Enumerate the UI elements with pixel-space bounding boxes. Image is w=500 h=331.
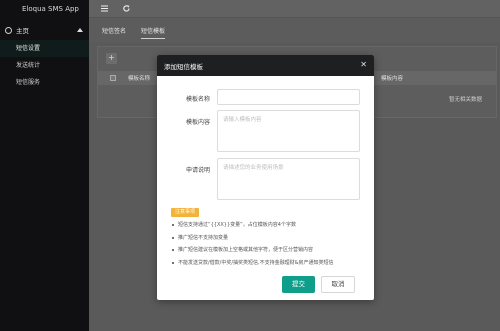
sidebar-item-send-stats[interactable]: 发送统计 [0,57,89,74]
application-reason-textarea[interactable]: 请描述您的业务使用场景 [217,158,360,200]
sidebar-group-home[interactable]: 主页 [0,20,89,40]
application-reason-label: 申请说明 [185,167,210,174]
top-bar [89,0,500,18]
template-content-label: 模板内容 [185,119,210,126]
close-icon[interactable]: ✕ [360,60,367,70]
sidebar-group-label: 主页 [16,27,29,35]
template-content-textarea[interactable]: 请输入模板内容 [217,110,360,152]
tab-sms-template[interactable]: 短信模板 [141,26,166,39]
dialog-header: 添加短信模板 ✕ [157,55,374,76]
cancel-button[interactable]: 取消 [321,276,355,293]
sidebar: Eloqua SMS App 主页 短信设置 发送统计 短信服务 [0,0,89,331]
notice-item: 不能发送贷款/借款/中奖/抽奖类短信,不支持金融理财&房产通知类短信 [172,259,367,272]
template-name-input[interactable] [217,89,360,105]
add-template-dialog: 添加短信模板 ✕ 模板名称 模板内容 请输入模板内容 申请说明 请描述您的业务使… [157,55,374,300]
refresh-icon[interactable] [122,4,131,13]
select-all-checkbox[interactable] [110,75,116,81]
column-header-template-name: 模板名称 [128,76,151,82]
notice-item: 推广短信不支持加变量 [172,234,367,247]
home-icon [5,26,12,34]
column-header-template-content: 模板内容 [381,76,404,82]
tab-bar: 短信签名 短信模板 [89,18,500,42]
empty-state-text: 暂无相关数据 [448,97,482,103]
tab-sms-signature[interactable]: 短信签名 [102,26,126,35]
notice-item: 短信支持通过“{{XX}}变量”，占位模板内容4个字数 [172,221,367,234]
notice-list: 短信支持通过“{{XX}}变量”，占位模板内容4个字数 推广短信不支持加变量 推… [172,221,367,271]
add-template-button[interactable]: + [106,53,117,64]
template-name-label: 模板名称 [185,96,210,103]
menu-icon[interactable] [100,4,109,13]
sidebar-item-sms-settings[interactable]: 短信设置 [0,40,89,57]
submit-button[interactable]: 提交 [282,276,315,293]
dialog-title: 添加短信模板 [164,63,203,71]
notice-badge: 注意事项 [171,208,200,217]
app-title: Eloqua SMS App [22,5,79,13]
notice-item: 推广短信建议在模板加上空格或其他字符，便于区分营销内容 [172,246,367,259]
sidebar-item-sms-service[interactable]: 短信服务 [0,74,89,91]
chevron-up-icon [77,28,83,32]
